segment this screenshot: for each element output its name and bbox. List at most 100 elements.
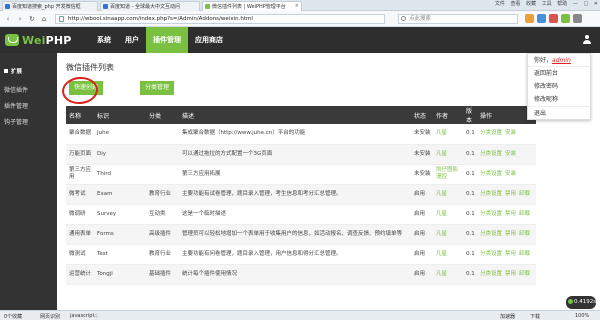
action-link[interactable]: 分类设置	[480, 251, 502, 257]
action-link[interactable]: 分类设置	[480, 211, 502, 217]
col-id: 标识	[94, 106, 146, 124]
action-link[interactable]: 安装	[505, 130, 516, 136]
table-row: 万能页面 Diy 可以通过拖拉的方式配置一个3G页面 未安装 凡星 0.1 分类设置 安装	[66, 144, 536, 165]
favorites-count[interactable]: 0个收藏	[4, 313, 22, 320]
cell-category	[146, 164, 179, 185]
browser-tab-2[interactable]: 百度知道 - 全球最大中文互动问	[100, 1, 200, 11]
tab-title: 百度知道 - 全球最大中文互动问	[110, 4, 180, 10]
browser-search-input[interactable]: 点此搜索	[398, 14, 518, 24]
action-link[interactable]: 分类设置	[480, 151, 502, 157]
minimize-icon[interactable]: —	[573, 1, 578, 7]
cell-author[interactable]: 凡星	[433, 244, 463, 265]
cell-author[interactable]: 凡星	[433, 264, 463, 285]
action-link[interactable]: 卸载	[519, 271, 530, 277]
menu-help[interactable]: 帮助	[557, 1, 567, 7]
action-link[interactable]: 分类设置	[480, 191, 502, 197]
cell-status: 启用	[411, 264, 433, 285]
cell-category: 基础插件	[146, 264, 179, 285]
menu-plugins[interactable]: 插件管理	[146, 27, 188, 53]
col-description: 描述	[179, 106, 411, 124]
action-link[interactable]: 卸载	[519, 231, 530, 237]
cell-category: 高级插件	[146, 224, 179, 245]
sidebar-item-hook-manage[interactable]: 钩子管理	[4, 117, 28, 126]
action-link[interactable]: 禁用	[505, 231, 516, 237]
cell-description: 主要功能有试卷管理，题目录入管理，考生信息和考分汇总管理。	[179, 184, 411, 205]
menu-users[interactable]: 用户	[118, 27, 146, 53]
action-link[interactable]: 禁用	[505, 191, 516, 197]
cell-author[interactable]: 凯仔图影漫控	[433, 164, 463, 185]
menu-system[interactable]: 系统	[90, 27, 118, 53]
cell-name: 运营统计	[66, 264, 94, 285]
extension-icon[interactable]	[561, 14, 570, 23]
cell-id: Exam	[94, 184, 146, 205]
url-field[interactable]: http://wbool.sinaapp.com/index.php?s=/Ad…	[55, 14, 385, 24]
extension-icon[interactable]	[525, 14, 534, 23]
accelerator[interactable]: 加速器	[500, 313, 515, 320]
menu-icon[interactable]	[573, 14, 582, 23]
cell-author[interactable]: 凡星	[433, 144, 463, 165]
action-link[interactable]: 分类设置	[480, 271, 502, 277]
extension-icon[interactable]	[537, 14, 546, 23]
menu-favorites[interactable]: 收藏	[526, 1, 536, 7]
action-link[interactable]: 分类设置	[480, 130, 502, 136]
table-row: 运营统计 Tongji 基础插件 统计每个插件使用情况 启用 凡星 0.1 分类设置 禁用 卸载	[66, 264, 536, 285]
action-link[interactable]: 卸载	[519, 211, 530, 217]
action-link[interactable]: 卸载	[519, 251, 530, 257]
close-window-icon[interactable]: ✕	[594, 1, 598, 7]
action-link[interactable]: 禁用	[505, 211, 516, 217]
action-link[interactable]: 分类设置	[480, 231, 502, 237]
menu-file[interactable]: 文件	[495, 1, 505, 7]
action-link[interactable]: 分类设置	[480, 171, 502, 177]
category-manage-button[interactable]: 分类管理	[140, 81, 175, 95]
zoom-level[interactable]: 100%	[575, 313, 589, 319]
back-to-site-link[interactable]: 返回前台	[528, 67, 590, 80]
cell-author[interactable]: 凡星	[433, 204, 463, 225]
maximize-icon[interactable]: □	[583, 1, 588, 7]
logout-link[interactable]: 退出	[528, 106, 590, 119]
browser-tabbar: 百度知道搜索_php 开发微信框 百度知道 - 全球最大中文互动问 微信插件列表…	[0, 0, 600, 11]
refresh-icon[interactable]: ↻	[27, 14, 37, 24]
home-icon[interactable]: ⌂	[39, 14, 49, 24]
cell-version: 0.1	[463, 244, 477, 265]
col-author: 作者	[433, 106, 463, 124]
sidebar-item-wechat-plugins[interactable]: 微信插件	[4, 85, 28, 94]
weiphp-logo[interactable]: WeiPHP	[5, 33, 72, 47]
cell-author[interactable]: 凡星	[433, 224, 463, 245]
sidebar-item-plugin-manage[interactable]: 插件管理	[4, 101, 28, 110]
cell-author[interactable]: 凡星	[433, 124, 463, 145]
table-row: 微测试 Test 教育行业 主要功能有问卷管理，题目录入管理，用户信息和得分汇总管理。…	[66, 244, 536, 265]
forward-icon[interactable]: ›	[15, 14, 25, 24]
page-recognition[interactable]: 网页识别	[40, 313, 60, 320]
menu-app-store[interactable]: 应用商店	[188, 27, 230, 53]
cell-id: Diy	[94, 144, 146, 165]
user-icon[interactable]	[582, 35, 592, 45]
cell-category: 互动类	[146, 204, 179, 225]
action-link[interactable]: 禁用	[505, 251, 516, 257]
action-link[interactable]: 卸载	[519, 191, 530, 197]
cell-id: Third	[94, 164, 146, 185]
table-row: 通用表单 Forms 高级插件 管理员可以轻松地增加一个表单用于收集用户的信息，如活动…	[66, 224, 536, 245]
cell-version: 0.1	[463, 164, 477, 185]
menu-view[interactable]: 查看	[510, 1, 520, 7]
browser-tab-1[interactable]: 百度知道搜索_php 开发微信框	[2, 1, 98, 11]
action-link[interactable]: 安装	[505, 151, 516, 157]
action-link[interactable]: 安装	[505, 171, 516, 177]
browser-statusbar: 0个收藏 网页识别 javascript:; 加速器 下载 100%	[0, 310, 600, 320]
change-nickname-link[interactable]: 修改昵称	[528, 93, 590, 106]
cell-id: Test	[94, 244, 146, 265]
cell-author[interactable]: 凡星	[433, 184, 463, 205]
close-tab-icon[interactable]: ×	[295, 3, 299, 9]
cell-description: 可以通过拖拉的方式配置一个3G页面	[179, 144, 411, 165]
action-link[interactable]: 禁用	[505, 271, 516, 277]
cell-actions: 分类设置 安装	[477, 144, 536, 165]
menu-tools[interactable]: 工具	[542, 1, 552, 7]
weiphp-icon	[205, 4, 210, 9]
back-icon[interactable]: ‹	[3, 14, 13, 24]
cell-version: 0.1	[463, 264, 477, 285]
browser-tab-3[interactable]: 微信插件列表 | WeiPHP管理平台 ×	[202, 1, 302, 11]
change-password-link[interactable]: 修改密码	[528, 80, 590, 93]
extension-icon[interactable]	[549, 14, 558, 23]
section-icon	[4, 69, 8, 73]
cell-name: 微测试	[66, 244, 94, 265]
downloads[interactable]: 下载	[530, 313, 540, 320]
